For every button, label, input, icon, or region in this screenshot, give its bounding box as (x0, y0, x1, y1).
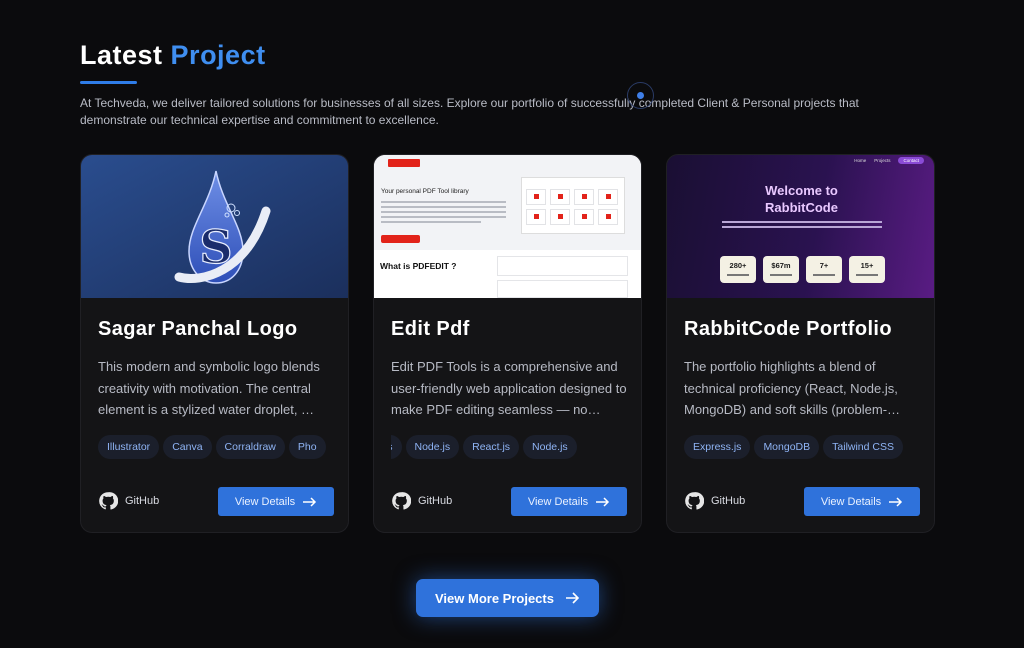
card-description: This modern and symbolic logo blends cre… (98, 359, 320, 417)
rabbitcode-stat: 7+ (806, 256, 842, 283)
rabbitcode-stat-value: 15+ (860, 261, 874, 270)
view-more-projects-label: View More Projects (435, 590, 554, 606)
view-details-button[interactable]: View Details (218, 487, 334, 516)
project-card-edit-pdf: Your personal PDF Tool library What is P… (373, 154, 642, 533)
pdf-hero-lines (381, 201, 506, 226)
tag-chip: .js (391, 435, 402, 459)
github-label: GitHub (125, 495, 160, 507)
rabbitcode-hero-line: Welcome to (765, 183, 838, 198)
tag-chip: Canva (163, 435, 212, 459)
tag-chip: React.js (463, 435, 520, 459)
arrow-right-icon (565, 592, 580, 604)
tag-list: Express.js MongoDB Tailwind CSS (684, 435, 920, 459)
github-link[interactable]: GitHub (684, 490, 745, 512)
card-title: Sagar Panchal Logo (98, 318, 298, 340)
card-title: Edit Pdf (391, 318, 470, 340)
rabbitcode-stat-value: 280+ (729, 261, 747, 270)
view-details-label: View Details (820, 495, 882, 508)
rabbitcode-nav: Home Projects Contact (854, 157, 924, 164)
logo-thumbnail-image: S (81, 155, 348, 298)
rabbitcode-hero-line: RabbitCode (765, 200, 838, 215)
tag-chip: Tailwind CSS (823, 435, 903, 459)
pdf-logo (388, 159, 420, 167)
project-thumbnail[interactable]: S (81, 155, 348, 298)
github-link[interactable]: GitHub (391, 490, 452, 512)
rabbitcode-stat: 15+ (849, 256, 885, 283)
section-title: Latest Project (80, 40, 266, 71)
rabbitcode-nav-item: Home (854, 158, 867, 163)
pdf-about-box (497, 280, 628, 298)
arrow-right-icon (596, 496, 610, 507)
tag-list: .jsNode.jsReact.jsNode.js (391, 435, 627, 459)
pdf-hero-button (381, 235, 420, 243)
pdf-tools-grid (526, 189, 622, 225)
rabbitcode-stat: 280+ (720, 256, 756, 283)
section-title-plain: Latest (80, 40, 163, 70)
rabbitcode-stat-value: $67m (771, 261, 791, 270)
tag-chip: Illustrator (98, 435, 160, 459)
view-details-button[interactable]: View Details (511, 487, 627, 516)
tag-chip: Node.js (523, 435, 577, 459)
cursor-dot (637, 92, 644, 99)
tag-chip: Express.js (684, 435, 751, 459)
tag-chip: Corraldraw (215, 435, 285, 459)
pdf-about-box (497, 256, 628, 276)
section-title-accent: Project (170, 40, 266, 70)
section-intro: At Techveda, we deliver tailored solutio… (80, 96, 859, 127)
view-details-label: View Details (234, 495, 296, 508)
project-card-rabbitcode: Home Projects Contact Welcome to RabbitC… (666, 154, 935, 533)
view-details-button[interactable]: View Details (804, 487, 920, 516)
rabbitcode-stats: 280+ $67m 7+ 15+ (720, 256, 885, 283)
card-description: The portfolio highlights a blend of tech… (684, 359, 901, 417)
rabbitcode-stat-value: 7+ (819, 261, 829, 270)
tag-chip: Node.js (405, 435, 460, 459)
github-icon (685, 492, 704, 510)
pdf-about-heading: What is PDFEDIT ? (380, 261, 457, 271)
card-title: RabbitCode Portfolio (684, 318, 892, 340)
rabbitcode-stat: $67m (763, 256, 799, 283)
pdf-hero-heading: Your personal PDF Tool library (381, 188, 469, 195)
project-thumbnail[interactable]: Home Projects Contact Welcome to RabbitC… (667, 155, 934, 298)
title-underline (80, 81, 137, 84)
view-details-label: View Details (527, 495, 589, 508)
rabbitcode-nav-item: Contact (898, 157, 924, 164)
rabbitcode-nav-item: Projects (874, 158, 891, 163)
arrow-right-icon (889, 496, 903, 507)
github-link[interactable]: GitHub (98, 490, 159, 512)
view-more-projects-button[interactable]: View More Projects (416, 579, 599, 617)
arrow-right-icon (303, 496, 317, 507)
github-icon (392, 492, 411, 510)
tag-chip: MongoDB (754, 435, 820, 459)
project-card-sagar-panchal: S Sagar Panchal Logo This modern and sym… (80, 154, 349, 533)
github-icon (99, 492, 118, 510)
card-description: Edit PDF Tools is a comprehensive and us… (391, 359, 627, 417)
github-label: GitHub (711, 495, 746, 507)
rabbitcode-hero-title: Welcome to RabbitCode (667, 182, 934, 216)
rabbitcode-hero-lines (722, 221, 882, 231)
tag-list: Illustrator Canva Corraldraw Pho (98, 435, 334, 459)
github-label: GitHub (418, 495, 453, 507)
tag-chip: Pho (288, 435, 326, 459)
project-thumbnail[interactable]: Your personal PDF Tool library What is P… (374, 155, 641, 298)
